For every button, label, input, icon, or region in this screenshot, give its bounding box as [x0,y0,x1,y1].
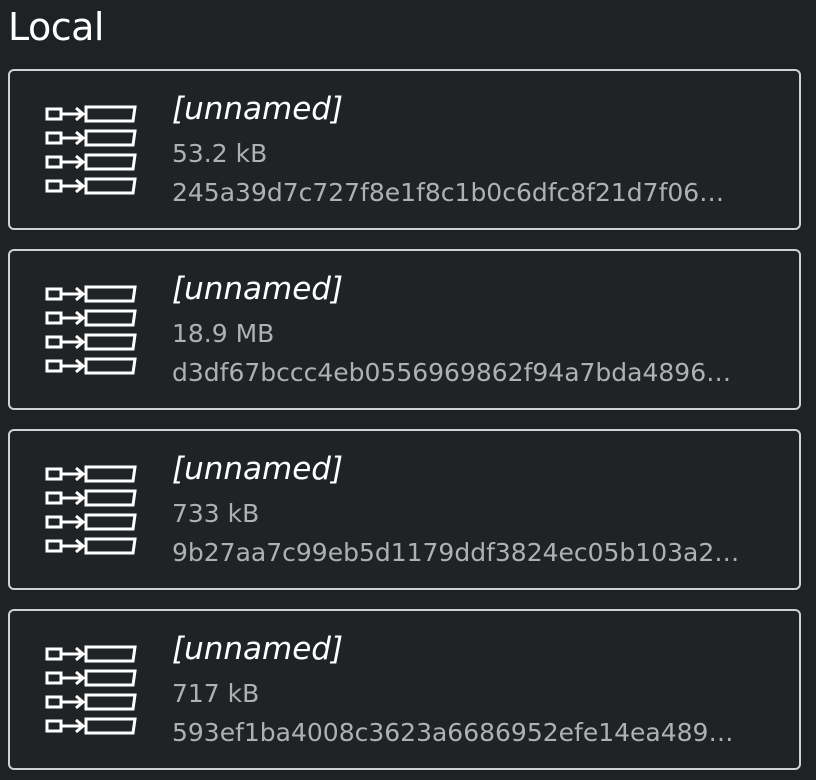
list-item[interactable]: [unnamed] 53.2 kB 245a39d7c727f8e1f8c1b0… [8,69,801,230]
section-title: Local [8,5,105,49]
package-list-icon [45,643,139,735]
item-size: 717 kB [172,679,260,708]
package-list-icon [45,103,139,195]
package-list-icon [45,463,139,555]
item-hash: 593ef1ba4008c3623a6686952efe14ea489… [172,718,734,747]
package-list-icon [45,283,139,375]
item-name: [unnamed] [172,271,344,307]
list-item[interactable]: [unnamed] 717 kB 593ef1ba4008c3623a66869… [8,609,801,770]
item-name: [unnamed] [172,91,344,127]
list-item[interactable]: [unnamed] 733 kB 9b27aa7c99eb5d1179ddf38… [8,429,801,590]
item-hash: d3df67bccc4eb0556969862f94a7bda4896… [172,358,732,387]
item-size: 733 kB [172,499,260,528]
item-size: 53.2 kB [172,139,268,168]
item-hash: 9b27aa7c99eb5d1179ddf3824ec05b103a2… [172,538,740,567]
item-name: [unnamed] [172,631,344,667]
item-size: 18.9 MB [172,319,275,348]
list-item[interactable]: [unnamed] 18.9 MB d3df67bccc4eb055696986… [8,249,801,410]
item-hash: 245a39d7c727f8e1f8c1b0c6dfc8f21d7f06… [172,178,725,207]
item-name: [unnamed] [172,451,344,487]
